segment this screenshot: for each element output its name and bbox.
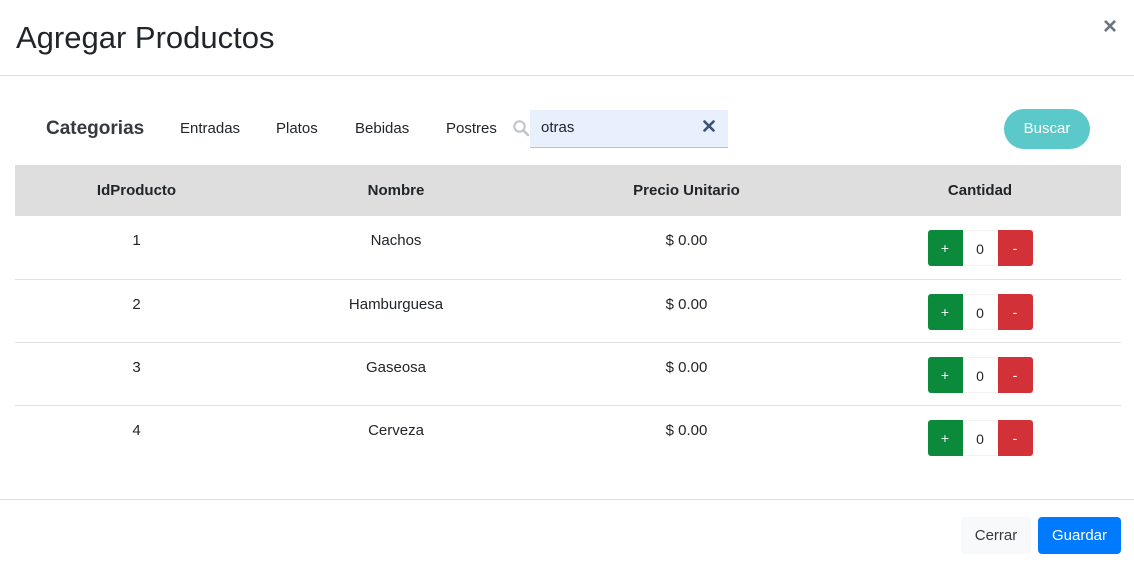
quantity-stepper: + 0 - bbox=[927, 356, 1033, 393]
quantity-stepper: + 0 - bbox=[927, 419, 1033, 456]
table-row: 1 Nachos $ 0.00 + 0 - bbox=[15, 216, 1121, 279]
increment-button[interactable]: + bbox=[927, 356, 963, 393]
quantity-value: 0 bbox=[962, 356, 998, 393]
table-row: 4 Cerveza $ 0.00 + 0 - bbox=[15, 405, 1121, 468]
product-name: Nachos bbox=[370, 232, 422, 249]
increment-button[interactable]: + bbox=[927, 293, 963, 330]
column-header-quantity: Cantidad bbox=[947, 182, 1013, 199]
quantity-cell: + 0 - bbox=[839, 405, 1121, 468]
table-row: 2 Hamburguesa $ 0.00 + 0 - bbox=[15, 279, 1121, 342]
product-id: 4 bbox=[132, 421, 141, 439]
modal-footer: Cerrar Guardar bbox=[0, 499, 1134, 567]
decrement-button[interactable]: - bbox=[997, 356, 1033, 393]
increment-button[interactable]: + bbox=[927, 230, 963, 266]
quantity-stepper: + 0 - bbox=[927, 230, 1033, 266]
products-table: IdProducto Nombre Precio Unitario Cantid… bbox=[15, 165, 1121, 468]
quantity-value: 0 bbox=[962, 230, 998, 266]
quantity-value: 0 bbox=[962, 293, 998, 330]
category-postres[interactable]: Postres bbox=[446, 120, 497, 137]
quantity-stepper: + 0 - bbox=[927, 293, 1033, 330]
product-price: $ 0.00 bbox=[665, 421, 708, 439]
clear-search-icon[interactable] bbox=[702, 119, 716, 133]
quantity-cell: + 0 - bbox=[839, 216, 1121, 279]
product-name: Gaseosa bbox=[365, 358, 427, 376]
category-filter-bar: Categorias Entradas Platos Bebidas Postr… bbox=[0, 108, 1134, 150]
search-icon bbox=[512, 119, 532, 139]
close-modal-button[interactable]: × bbox=[1100, 14, 1120, 40]
quantity-cell: + 0 - bbox=[839, 342, 1121, 405]
decrement-button[interactable]: - bbox=[997, 419, 1033, 456]
close-button[interactable]: Cerrar bbox=[961, 517, 1031, 554]
search-field bbox=[530, 110, 728, 148]
categories-label: Categorias bbox=[46, 118, 145, 139]
increment-button[interactable]: + bbox=[927, 419, 963, 456]
product-name: Cerveza bbox=[368, 421, 424, 439]
category-platos[interactable]: Platos bbox=[276, 120, 318, 137]
category-entradas[interactable]: Entradas bbox=[180, 120, 240, 137]
column-header-name: Nombre bbox=[367, 182, 425, 199]
product-name: Hamburguesa bbox=[348, 295, 444, 313]
decrement-button[interactable]: - bbox=[997, 230, 1033, 266]
product-id: 3 bbox=[132, 358, 141, 376]
table-row: 3 Gaseosa $ 0.00 + 0 - bbox=[15, 342, 1121, 405]
decrement-button[interactable]: - bbox=[997, 293, 1033, 330]
modal-title: Agregar Productos bbox=[16, 20, 275, 55]
quantity-value: 0 bbox=[962, 419, 998, 456]
product-price: $ 0.00 bbox=[665, 295, 708, 313]
column-header-price: Precio Unitario bbox=[633, 182, 740, 199]
table-header: IdProducto Nombre Precio Unitario Cantid… bbox=[15, 165, 1121, 216]
product-id: 1 bbox=[132, 232, 141, 249]
product-price: $ 0.00 bbox=[665, 358, 708, 376]
search-button[interactable]: Buscar bbox=[1004, 109, 1090, 149]
save-button[interactable]: Guardar bbox=[1038, 517, 1121, 554]
search-input[interactable] bbox=[541, 119, 691, 136]
quantity-cell: + 0 - bbox=[839, 279, 1121, 342]
category-bebidas[interactable]: Bebidas bbox=[355, 120, 409, 137]
product-id: 2 bbox=[132, 295, 141, 313]
product-price: $ 0.00 bbox=[665, 232, 708, 249]
modal-header: Agregar Productos × bbox=[0, 0, 1134, 76]
column-header-id: IdProducto bbox=[96, 182, 177, 199]
